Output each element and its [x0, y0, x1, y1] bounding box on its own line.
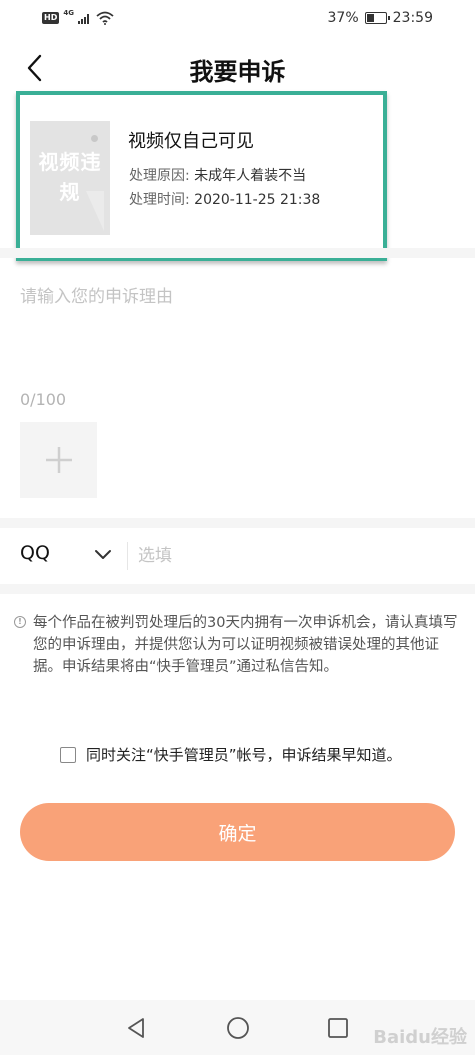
time-label: 处理时间:	[129, 192, 190, 208]
video-thumbnail: 视频违规	[30, 121, 110, 235]
signal-icon	[77, 14, 89, 24]
home-circle-icon[interactable]	[224, 1014, 252, 1042]
confirm-button[interactable]: 确定	[20, 803, 455, 861]
follow-row[interactable]: 同时关注“快手管理员”帐号，申诉结果早知道。	[60, 744, 402, 765]
status-time: 23:59	[392, 10, 433, 26]
battery-percent: 37%	[327, 10, 359, 26]
contact-input[interactable]	[138, 544, 438, 568]
section-divider	[0, 248, 475, 258]
add-image-button[interactable]	[20, 422, 97, 498]
video-title: 视频仅自己可见	[128, 131, 254, 152]
char-counter: 0/100	[20, 390, 67, 409]
watermark: Baidu经验	[373, 1027, 467, 1048]
status-left: HD 4G	[42, 9, 114, 25]
time-value: 2020-11-25 21:38	[194, 192, 321, 208]
appeal-reason-input[interactable]: 请输入您的申诉理由	[20, 282, 173, 307]
thumbnail-text: 视频违规	[38, 150, 102, 204]
contact-row: QQ	[0, 528, 475, 584]
reason-line: 处理原因: 未成年人着装不当	[129, 165, 306, 185]
battery-fill	[366, 14, 374, 22]
follow-checkbox[interactable]	[60, 746, 76, 763]
follow-text: 同时关注“快手管理员”帐号，申诉结果早知道。	[86, 746, 402, 764]
back-triangle-icon[interactable]	[122, 1014, 150, 1042]
thumbnail-dot	[91, 135, 98, 142]
reason-value: 未成年人着装不当	[194, 168, 307, 184]
recents-square-icon[interactable]	[324, 1014, 352, 1042]
contact-type-select[interactable]: QQ	[20, 542, 50, 564]
status-bar: HD 4G 37% 23:59	[0, 0, 475, 36]
wifi-icon	[96, 11, 114, 25]
hd-badge: HD	[42, 12, 60, 24]
system-nav-bar: Baidu经验	[0, 1000, 475, 1055]
section-divider	[0, 518, 475, 528]
notice-text: 每个作品在被判罚处理后的30天内拥有一次申诉机会，请认真填写您的申诉理由，并提供…	[33, 615, 458, 675]
page-title: 我要申诉	[189, 58, 286, 86]
network-label: 4G	[63, 9, 74, 17]
plus-icon	[45, 447, 72, 473]
contact-separator	[127, 542, 128, 570]
nav-bar: 我要申诉	[0, 44, 475, 94]
battery-icon	[364, 12, 390, 24]
video-card: 视频违规 视频仅自己可见 处理原因: 未成年人着装不当 处理时间: 2020-1…	[16, 91, 387, 261]
info-icon: !	[14, 616, 26, 628]
reason-label: 处理原因:	[129, 168, 190, 184]
chevron-down-icon[interactable]	[94, 548, 112, 562]
time-line: 处理时间: 2020-11-25 21:38	[129, 189, 320, 209]
section-divider	[0, 584, 475, 594]
status-right: 37% 23:59	[328, 10, 433, 26]
